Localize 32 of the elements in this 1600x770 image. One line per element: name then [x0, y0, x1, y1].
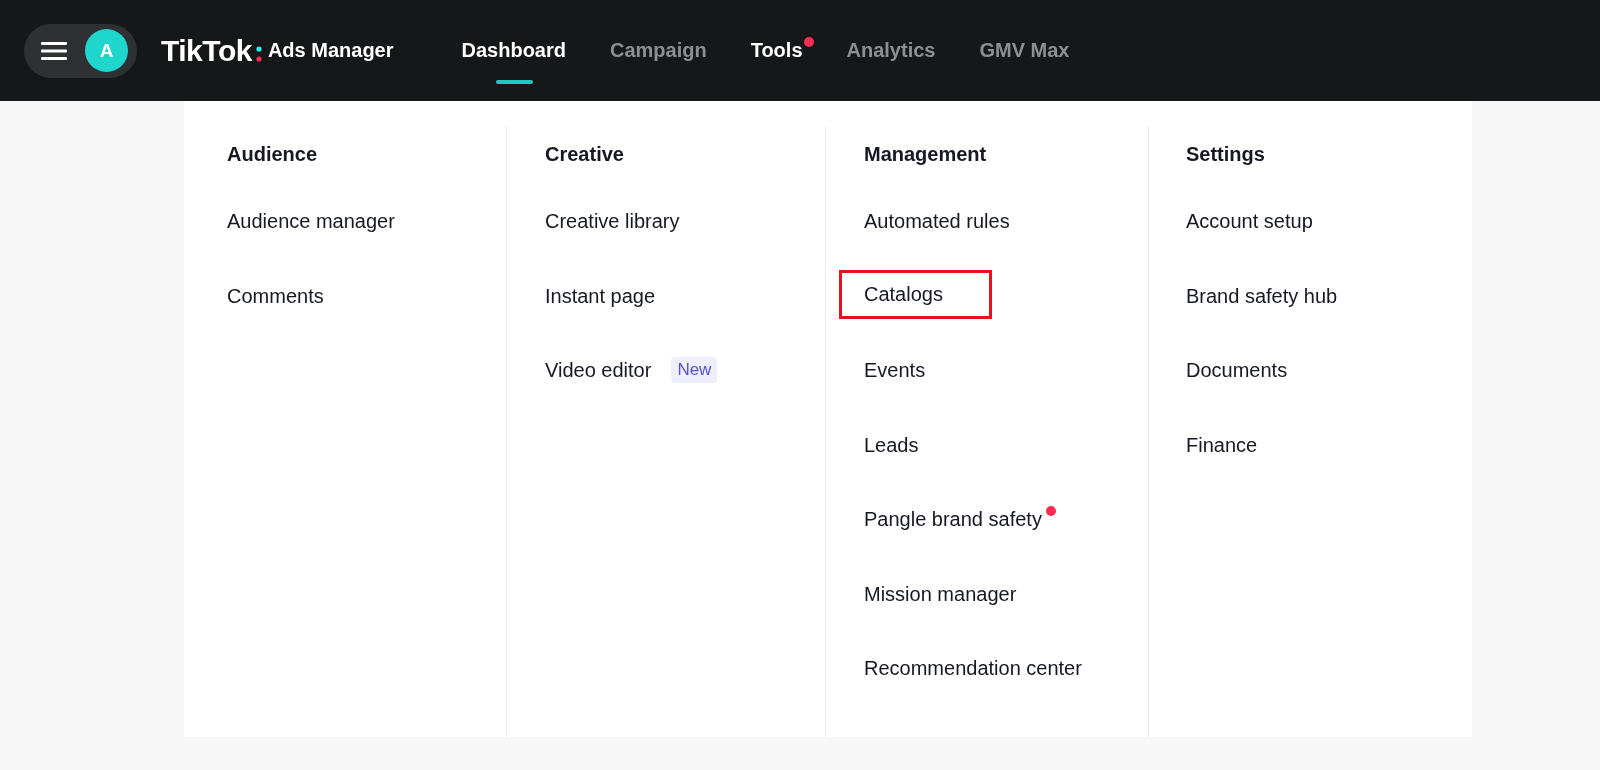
menu-item[interactable]: Finance [1186, 431, 1272, 459]
menu-item[interactable]: Mission manager [864, 580, 1031, 608]
new-tag: New [671, 357, 718, 383]
active-underline [495, 80, 533, 84]
menu-item[interactable]: Instant page [545, 282, 670, 310]
logo-subtitle: Ads Manager [267, 39, 394, 62]
menu-item[interactable]: Events [864, 357, 940, 384]
column-heading: Audience [227, 141, 319, 167]
menu-item[interactable]: Comments [227, 282, 338, 310]
nav-tab[interactable]: Analytics [846, 13, 948, 88]
colon-icon [255, 45, 262, 62]
nav-tab[interactable]: Campaign [610, 13, 719, 88]
menu-item[interactable]: Recommendation center [864, 655, 1096, 682]
nav-tab[interactable]: Tools [750, 13, 815, 88]
logo-wordmark: TikTok [161, 33, 252, 68]
nav-tab[interactable]: Dashboard [461, 13, 578, 88]
menu-item[interactable]: Account setup [1186, 208, 1327, 235]
menu-item[interactable]: Catalogs [842, 272, 989, 316]
menu-item[interactable]: Creative library [545, 208, 694, 235]
menu-item[interactable]: Video editor [545, 357, 666, 384]
menu-item[interactable]: Audience manager [227, 208, 409, 235]
menu-item[interactable]: Automated rules [864, 208, 1024, 235]
menu-item[interactable]: Leads [864, 431, 933, 459]
avatar: A [85, 29, 128, 72]
menu-item[interactable]: Brand safety hub [1186, 282, 1352, 310]
menu-icon [41, 40, 67, 61]
menu-item[interactable]: Pangle brand safety [864, 506, 1056, 533]
menu-item[interactable]: Documents [1186, 357, 1302, 384]
column-heading: Creative [545, 141, 625, 167]
nav-tab[interactable]: GMV Max [979, 13, 1082, 88]
column-heading: Settings [1186, 141, 1266, 167]
column-heading: Management [864, 141, 988, 167]
